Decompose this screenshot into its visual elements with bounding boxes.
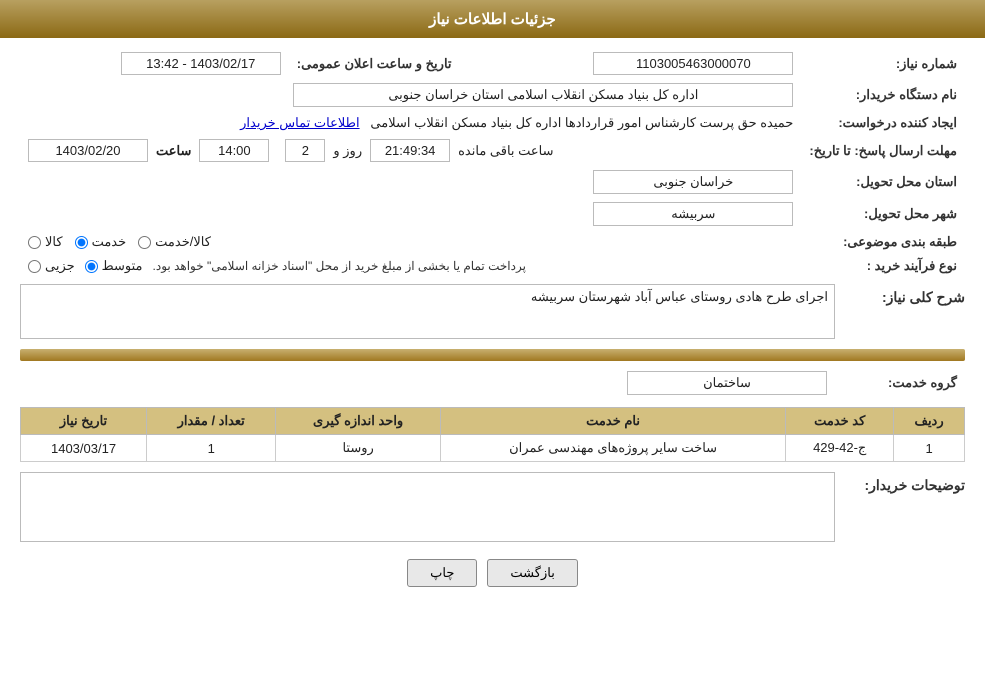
category-kala-khadamat-item: کالا/خدمت: [138, 234, 211, 250]
col-quantity: تعداد / مقدار: [147, 408, 276, 435]
province-label: استان محل تحویل:: [801, 166, 965, 198]
category-kala-item: کالا: [28, 234, 63, 250]
announce-date-value: 1403/02/17 - 13:42: [20, 48, 289, 79]
purchase-type-value: جزیی متوسط پرداخت تمام یا بخشی از مبلغ خ…: [20, 254, 801, 278]
city-box: سربیشه: [593, 202, 793, 226]
buyer-org-value: اداره کل بنیاد مسکن انقلاب اسلامی استان …: [20, 79, 801, 111]
time-remaining-box: 21:49:34: [370, 139, 450, 162]
province-box: خراسان جنوبی: [593, 170, 793, 194]
deadline-time-box: 14:00: [199, 139, 269, 162]
category-khadamat-radio[interactable]: [75, 236, 88, 249]
days-box: 2: [285, 139, 325, 162]
purchase-jozvi-item: جزیی: [28, 258, 75, 274]
category-kala-khadamat-label: کالا/خدمت: [155, 234, 211, 250]
purchase-motavasset-label: متوسط: [102, 258, 143, 274]
creator-contact-link[interactable]: اطلاعات تماس خریدار: [240, 115, 359, 130]
creator-label: ایجاد کننده درخواست:: [801, 111, 965, 135]
category-kala-khadamat-radio[interactable]: [138, 236, 151, 249]
buyer-org-box: اداره کل بنیاد مسکن انقلاب اسلامی استان …: [293, 83, 793, 107]
col-service-name: نام خدمت: [440, 408, 785, 435]
remaining-label: ساعت باقی مانده: [458, 143, 553, 159]
services-table: ردیف کد خدمت نام خدمت واحد اندازه گیری ت…: [20, 407, 965, 462]
need-number-box: 1103005463000070: [593, 52, 793, 75]
deadline-date-box: 1403/02/20: [28, 139, 148, 162]
buyer-notes-textarea[interactable]: [20, 472, 835, 542]
deadline-value: 1403/02/20 ساعت 14:00 2 روز و 21:49:34 س…: [20, 135, 801, 166]
back-button[interactable]: بازگشت: [487, 559, 577, 587]
time-label: ساعت: [156, 143, 191, 159]
purchase-motavasset-radio[interactable]: [85, 260, 98, 273]
service-group-box: ساختمان: [627, 371, 827, 395]
category-value: کالا خدمت کالا/خدمت: [20, 230, 801, 254]
page-title: جزئیات اطلاعات نیاز: [429, 11, 556, 28]
need-number-value: 1103005463000070: [472, 48, 802, 79]
purchase-motavasset-item: متوسط: [85, 258, 143, 274]
need-description-box: اجرای طرح هادی روستای عباس آباد شهرستان …: [20, 284, 835, 339]
city-value: سربیشه: [20, 198, 801, 230]
category-kala-radio[interactable]: [28, 236, 41, 249]
category-khadamat-label: خدمت: [92, 234, 127, 250]
days-remaining-label: روز و: [333, 143, 362, 159]
service-group-value: ساختمان: [20, 367, 835, 399]
city-label: شهر محل تحویل:: [801, 198, 965, 230]
print-button[interactable]: چاپ: [407, 559, 477, 587]
purchase-note: پرداخت تمام یا بخشی از مبلغ خرید از محل …: [153, 259, 526, 273]
announce-date-box: 1403/02/17 - 13:42: [121, 52, 281, 75]
service-group-label: گروه خدمت:: [835, 367, 965, 399]
purchase-jozvi-label: جزیی: [45, 258, 75, 274]
need-description-text: اجرای طرح هادی روستای عباس آباد شهرستان …: [531, 289, 828, 304]
need-description-label: شرح کلی نیاز:: [835, 284, 965, 306]
announce-date-label: تاریخ و ساعت اعلان عمومی:: [289, 48, 472, 79]
province-value: خراسان جنوبی: [20, 166, 801, 198]
buyer-notes-label: توضیحات خریدار:: [835, 472, 965, 494]
creator-text: حمیده حق پرست کارشناس امور قراردادها ادا…: [370, 115, 793, 130]
table-row: 1ج-42-429ساخت سایر پروژه‌های مهندسی عمرا…: [21, 435, 965, 462]
purchase-jozvi-radio[interactable]: [28, 260, 41, 273]
need-number-label: شماره نیاز:: [801, 48, 965, 79]
creator-value: حمیده حق پرست کارشناس امور قراردادها ادا…: [20, 111, 801, 135]
buyer-org-label: نام دستگاه خریدار:: [801, 79, 965, 111]
col-unit: واحد اندازه گیری: [276, 408, 441, 435]
purchase-type-label: نوع فرآیند خرید :: [801, 254, 965, 278]
category-label: طبقه بندی موضوعی:: [801, 230, 965, 254]
page-header: جزئیات اطلاعات نیاز: [0, 0, 985, 38]
category-kala-label: کالا: [45, 234, 63, 250]
deadline-label: مهلت ارسال پاسخ: تا تاریخ:: [801, 135, 965, 166]
services-section-header: [20, 349, 965, 361]
buttons-row: بازگشت چاپ: [20, 559, 965, 587]
col-service-code: کد خدمت: [786, 408, 894, 435]
col-need-date: تاریخ نیاز: [21, 408, 147, 435]
category-khadamat-item: خدمت: [75, 234, 127, 250]
col-row-num: ردیف: [894, 408, 965, 435]
